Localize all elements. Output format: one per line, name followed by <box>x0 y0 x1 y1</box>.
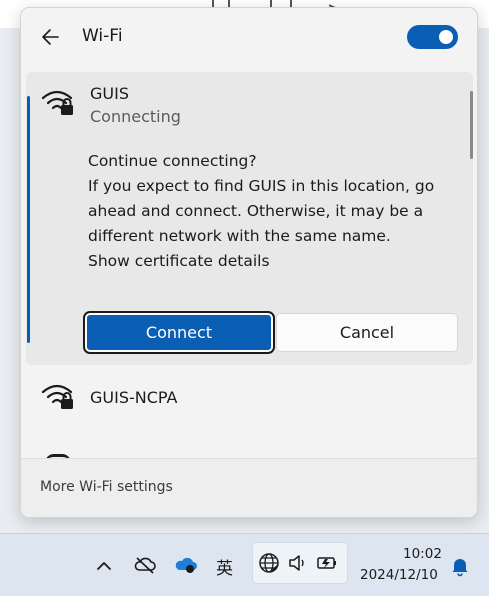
flyout-header: Wi-Fi <box>21 8 477 68</box>
network-name: GUIS <box>90 84 129 103</box>
chevron-up-icon[interactable] <box>92 554 116 578</box>
network-name: GUIS-NCPA <box>90 388 178 407</box>
prompt-line: different network with the same name. <box>88 227 391 245</box>
onedrive-icon[interactable] <box>174 552 198 576</box>
ime-indicator[interactable]: 英 <box>216 554 233 579</box>
network-status: Connecting <box>90 107 181 126</box>
bell-icon[interactable] <box>448 554 472 578</box>
wifi-secured-icon <box>41 384 73 409</box>
page-title: Wi-Fi <box>82 26 123 46</box>
globe-icon <box>259 553 279 573</box>
prompt-line: ahead and connect. Otherwise, it may be … <box>88 202 424 220</box>
show-certificate-link[interactable]: Show certificate details <box>88 252 270 270</box>
wifi-toggle[interactable] <box>407 25 458 49</box>
network-list-item[interactable]: GUIS-NCPA <box>21 373 477 423</box>
quick-settings-button[interactable] <box>252 542 348 584</box>
toggle-knob <box>439 30 453 44</box>
prompt-heading: Continue connecting? <box>88 152 257 170</box>
scrollbar-thumb[interactable] <box>470 91 473 159</box>
back-arrow-icon[interactable] <box>40 26 62 48</box>
more-wifi-settings-link[interactable]: More Wi-Fi settings <box>40 479 173 495</box>
network-card-expanded[interactable]: GUIS Connecting Continue connecting? If … <box>26 72 473 365</box>
prompt-line: If you expect to find GUIS in this locat… <box>88 177 435 195</box>
clock-time: 10:02 <box>403 546 442 562</box>
battery-charging-icon <box>317 557 336 569</box>
onedrive-offline-icon[interactable] <box>133 553 157 577</box>
wifi-flyout: Wi-Fi GUIS Connecting Continue connectin… <box>20 7 478 518</box>
speaker-icon <box>289 555 304 571</box>
taskbar: 英 10:02 2024/12/10 <box>0 533 489 596</box>
wifi-secured-icon <box>41 90 73 115</box>
selection-accent-bar <box>27 96 30 343</box>
cancel-button[interactable]: Cancel <box>276 313 458 352</box>
clock-date: 2024/12/10 <box>360 567 438 583</box>
connect-button[interactable]: Connect <box>83 311 275 354</box>
flyout-footer: More Wi-Fi settings <box>21 458 477 517</box>
